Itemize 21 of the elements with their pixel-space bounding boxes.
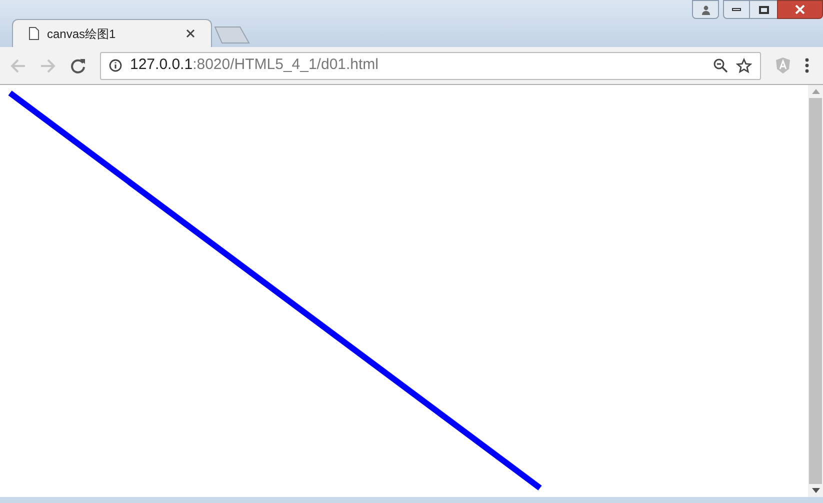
browser-tab[interactable]: canvas绘图1 [12, 19, 212, 47]
address-bar[interactable]: 127.0.0.1:8020/HTML5_4_1/d01.html [100, 52, 761, 80]
scroll-down-icon[interactable] [812, 488, 820, 493]
maximize-button[interactable] [750, 0, 777, 19]
scrollbar[interactable] [808, 85, 823, 497]
close-icon[interactable] [186, 29, 195, 38]
scrollbar-thumb[interactable] [809, 98, 822, 484]
info-icon [109, 59, 122, 72]
url-path: :8020/HTML5_4_1/d01.html [192, 55, 379, 76]
tab-title: canvas绘图1 [47, 26, 117, 42]
close-icon [795, 5, 805, 14]
zoom-out-icon[interactable] [713, 58, 728, 73]
star-icon[interactable] [736, 58, 752, 74]
page-icon [29, 27, 39, 40]
minimize-button[interactable] [723, 0, 750, 19]
menu-icon[interactable] [805, 58, 809, 73]
person-icon [700, 4, 710, 14]
url-host: 127.0.0.1 [130, 55, 193, 76]
close-button[interactable] [777, 0, 823, 19]
reload-icon[interactable] [70, 58, 86, 74]
profile-button[interactable] [692, 0, 719, 19]
